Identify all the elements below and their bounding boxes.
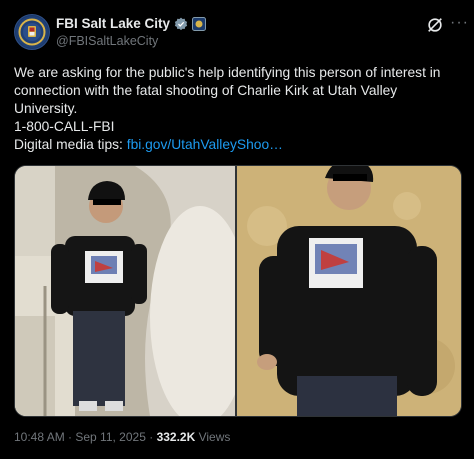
grok-icon[interactable] xyxy=(426,16,444,34)
fbi-seal-avatar[interactable] xyxy=(14,14,50,50)
phone-number: 1-800-CALL-FBI xyxy=(14,119,115,134)
stairwell-photo-image xyxy=(15,166,235,416)
media-grid xyxy=(14,165,462,417)
fbi-seal-icon xyxy=(16,16,48,48)
author-display-name[interactable]: FBI Salt Lake City xyxy=(56,16,170,31)
tweet-meta: 10:48 AM · Sep 11, 2025 · 332.2K Views xyxy=(14,430,230,444)
meta-separator: · xyxy=(145,430,157,444)
media-tips-label: Digital media tips: xyxy=(14,137,127,152)
media-photo-walkway[interactable] xyxy=(237,166,461,416)
post-date[interactable]: Sep 11, 2025 xyxy=(75,430,146,444)
views-count: 332.2K xyxy=(156,430,196,444)
author-name-row: FBI Salt Lake City xyxy=(56,16,207,31)
meta-separator: · xyxy=(64,430,76,444)
walkway-photo-image xyxy=(237,166,461,416)
post-time[interactable]: 10:48 AM xyxy=(14,430,65,444)
tweet-text-paragraph: We are asking for the public's help iden… xyxy=(14,65,441,116)
more-options-icon[interactable]: ··· xyxy=(450,15,468,34)
tweet: FBI Salt Lake City @FBISaltLakeCity ··· … xyxy=(0,0,474,459)
media-tips-line: Digital media tips: fbi.gov/UtahValleySh… xyxy=(14,136,462,154)
affiliate-badge-icon[interactable] xyxy=(192,16,207,31)
author-handle[interactable]: @FBISaltLakeCity xyxy=(56,34,158,48)
media-photo-stairwell[interactable] xyxy=(15,166,235,416)
media-tips-link[interactable]: fbi.gov/UtahValleyShoo… xyxy=(127,137,283,152)
views-label: Views xyxy=(195,430,231,444)
government-verified-badge-icon[interactable] xyxy=(174,17,188,31)
tweet-text: We are asking for the public's help iden… xyxy=(14,64,462,154)
